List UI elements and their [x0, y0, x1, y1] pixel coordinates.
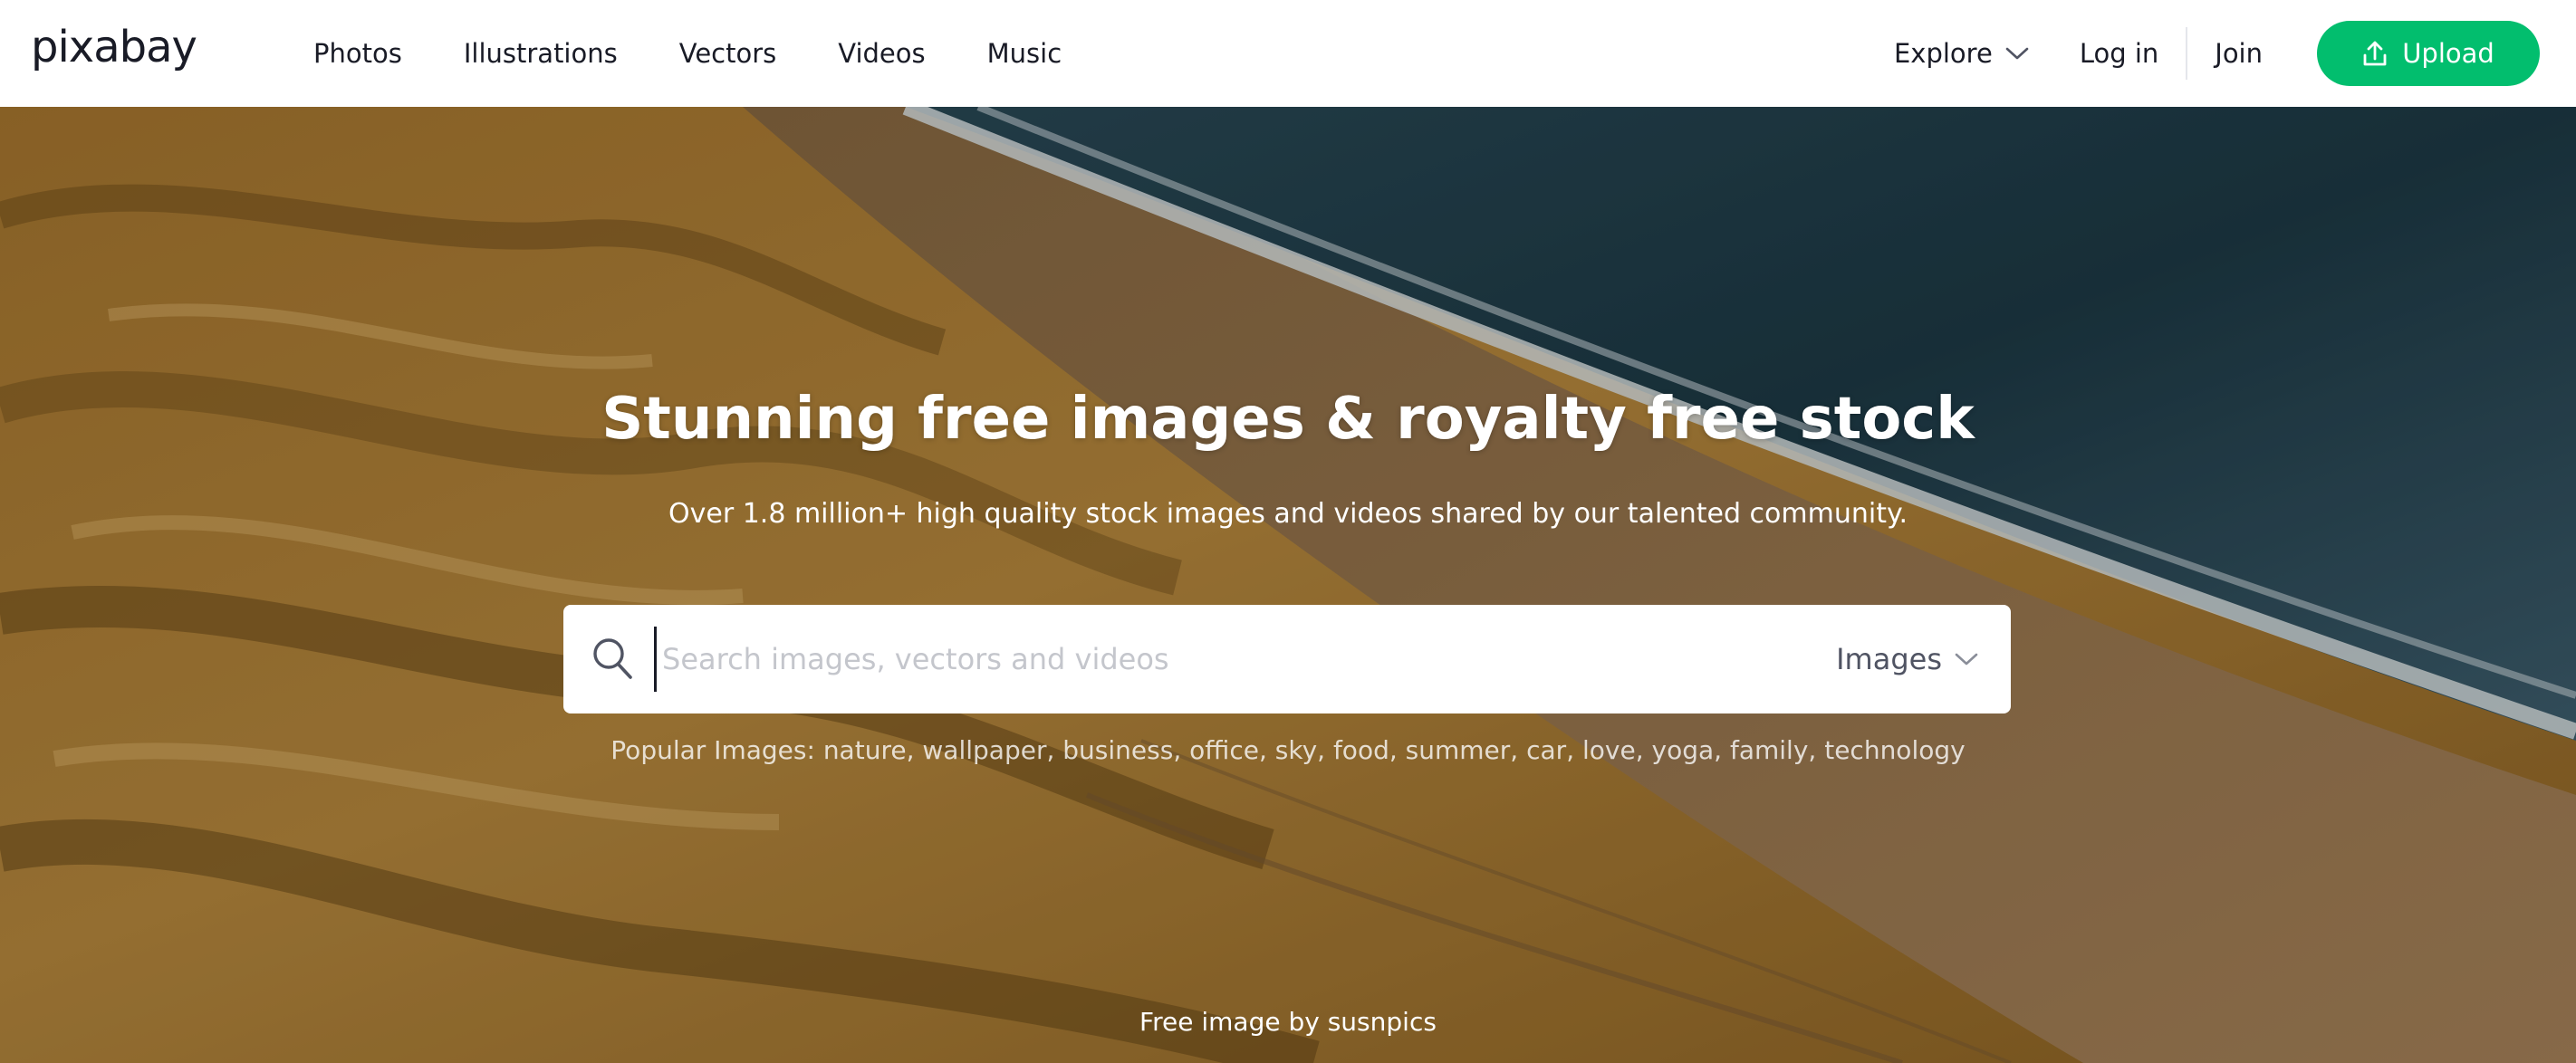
top-header: pixabay Photos Illustrations Vectors Vid… — [0, 0, 2576, 107]
tag-link[interactable]: love — [1582, 735, 1636, 765]
hero-subtitle: Over 1.8 million+ high quality stock ima… — [668, 498, 1908, 530]
explore-menu[interactable]: Explore — [1894, 38, 2029, 69]
tag-link[interactable]: office — [1189, 735, 1259, 765]
join-link[interactable]: Join — [2215, 38, 2263, 69]
main-nav: Photos Illustrations Vectors Videos Musi… — [313, 0, 1123, 107]
tag-link[interactable]: technology — [1824, 735, 1965, 765]
header-divider — [2186, 27, 2188, 80]
tag-link[interactable]: car — [1526, 735, 1566, 765]
header-actions: Explore Log in Join Upload — [1894, 0, 2540, 107]
search-type-label: Images — [1836, 642, 1942, 676]
nav-illustrations[interactable]: Illustrations — [464, 38, 618, 69]
tag-link[interactable]: family — [1730, 735, 1808, 765]
hero-section: Stunning free images & royalty free stoc… — [0, 107, 2576, 1063]
tag-link[interactable]: wallpaper — [922, 735, 1046, 765]
tag-link[interactable]: yoga — [1652, 735, 1715, 765]
chevron-down-icon — [2005, 47, 2029, 60]
tag-link[interactable]: summer — [1406, 735, 1511, 765]
tag-link[interactable]: sky — [1275, 735, 1317, 765]
nav-videos[interactable]: Videos — [838, 38, 925, 69]
chevron-down-icon — [1955, 653, 1978, 666]
hero-title: Stunning free images & royalty free stoc… — [601, 386, 1975, 453]
hero-overlay — [0, 107, 2576, 1063]
tag-link[interactable]: nature — [823, 735, 907, 765]
tag-link[interactable]: business — [1062, 735, 1173, 765]
popular-tags: Popular Images: nature, wallpaper, busin… — [610, 735, 1966, 765]
image-credit-link[interactable]: Free image by susnpics — [0, 1007, 2576, 1037]
search-bar: Images — [563, 605, 2011, 713]
search-type-dropdown[interactable]: Images — [1836, 605, 1978, 713]
search-input[interactable] — [654, 627, 1560, 692]
tag-link[interactable]: food — [1333, 735, 1389, 765]
nav-vectors[interactable]: Vectors — [679, 38, 777, 69]
login-link[interactable]: Log in — [2080, 38, 2158, 69]
search-icon[interactable] — [591, 636, 634, 683]
popular-prefix: Popular Images: — [610, 735, 815, 765]
explore-label: Explore — [1893, 38, 1993, 69]
upload-button[interactable]: Upload — [2317, 21, 2540, 86]
nav-music[interactable]: Music — [987, 38, 1062, 69]
upload-label: Upload — [2402, 38, 2494, 69]
pixabay-logo[interactable]: pixabay — [31, 25, 197, 69]
upload-icon — [2363, 41, 2387, 66]
nav-photos[interactable]: Photos — [313, 38, 402, 69]
